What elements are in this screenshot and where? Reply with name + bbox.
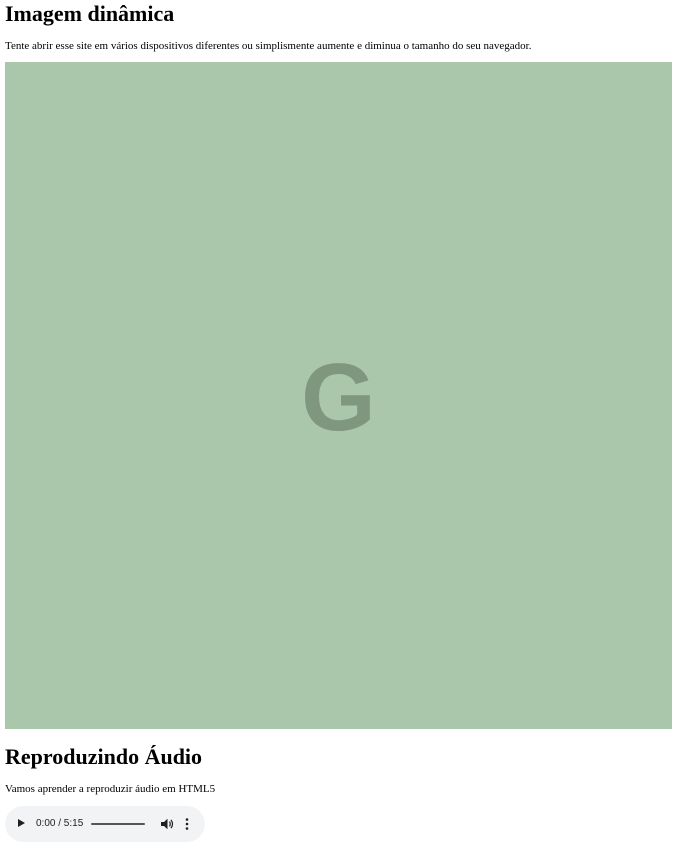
image-placeholder-letter: G <box>301 343 376 451</box>
progress-bar[interactable] <box>91 823 145 825</box>
dynamic-image: G <box>5 62 672 729</box>
more-vert-icon[interactable] <box>183 817 191 831</box>
volume-icon[interactable] <box>161 818 174 830</box>
audio-section-title: Reproduzindo Áudio <box>5 744 203 769</box>
image-section-title: Imagem dinâmica <box>5 1 175 26</box>
image-section-description: Tente abrir esse site em vários disposit… <box>5 40 532 52</box>
play-icon[interactable] <box>18 819 25 827</box>
time-display: 0:00 / 5:15 <box>36 818 84 829</box>
audio-player[interactable]: 0:00 / 5:15 <box>5 806 205 842</box>
audio-section-description: Vamos aprender a reproduzir áudio em HTM… <box>5 783 216 795</box>
